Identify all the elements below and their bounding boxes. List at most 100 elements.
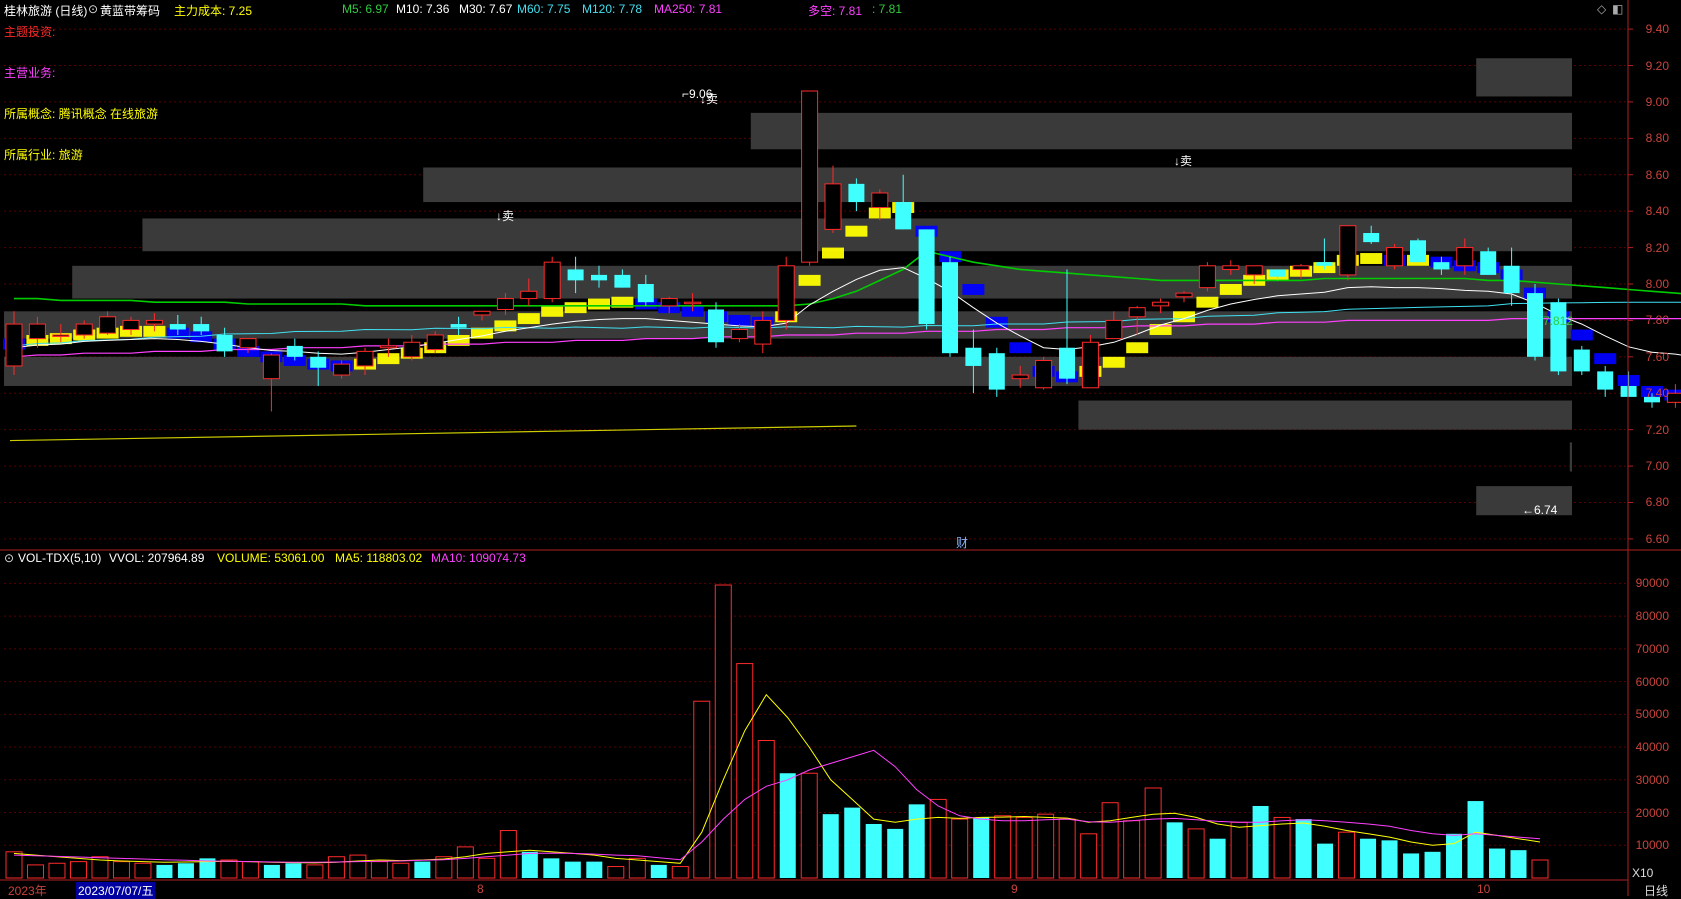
year-label: 2023年 [8, 884, 47, 898]
volume-bar [1252, 805, 1269, 878]
candle-body [122, 319, 140, 331]
band-segment [1126, 342, 1149, 354]
vol-ma5-label: MA5: 118803.02 [335, 551, 423, 565]
vol-title: VOL-TDX(5,10) [18, 551, 102, 565]
volume-tick-label: 10000 [1635, 838, 1669, 853]
candlesticks [5, 90, 1681, 412]
band-segment [541, 305, 564, 317]
band-segment [564, 302, 587, 314]
volume-bar [1489, 848, 1506, 878]
sell-mark: ↓卖 [1174, 154, 1193, 168]
candle-body [918, 229, 935, 325]
candle-body [1433, 262, 1450, 270]
candle-body [614, 274, 631, 288]
volume-bar [1317, 843, 1334, 878]
low-price-label: ←6.74 [1522, 503, 1558, 517]
volume-bar [650, 864, 667, 878]
vvol-label: VVOL: 207964.89 [109, 551, 205, 565]
candle-body [1269, 269, 1286, 277]
volume-tick-label: 20000 [1635, 805, 1669, 820]
volume-bar [263, 864, 280, 878]
candle-body [262, 354, 280, 380]
volume-bar [177, 863, 194, 878]
price-tick-label: 6.60 [1645, 531, 1669, 546]
candle-body [1128, 307, 1146, 318]
volume-bar [456, 846, 474, 879]
candle-body [591, 274, 607, 281]
price-tick-label: 8.60 [1645, 167, 1669, 182]
price-tick-label: 7.40 [1645, 386, 1669, 401]
volume-bar [414, 861, 431, 878]
candle-body [567, 269, 584, 281]
volume-bar [671, 866, 689, 879]
candle-body [1316, 262, 1333, 266]
month-label: 9 [1011, 882, 1018, 896]
candle-body [379, 345, 397, 349]
volume-bar [736, 663, 754, 879]
volume-bar [241, 861, 259, 879]
volume-bar [1403, 853, 1420, 878]
candle-body [777, 265, 795, 321]
band-segment [1196, 296, 1219, 308]
candle-body [1597, 371, 1614, 390]
candle-body [1363, 233, 1380, 243]
period-label[interactable]: 日线 [1644, 882, 1668, 899]
volume-bar [929, 798, 947, 879]
price-tick-label: 9.00 [1645, 94, 1669, 109]
candle-body [1152, 301, 1170, 307]
volume-bar [26, 864, 44, 879]
price-tick-label: 8.40 [1645, 204, 1669, 219]
candle-body [637, 284, 654, 303]
volume-bar [887, 828, 904, 878]
vol-collapse-icon[interactable]: ⊙ [4, 551, 14, 567]
candle-body [708, 309, 724, 343]
candle-body [754, 319, 772, 345]
support-line [9, 425, 857, 442]
volume-bar [156, 864, 173, 878]
candle-body [684, 301, 702, 305]
candle-body [730, 329, 748, 340]
volume-bar [1101, 802, 1119, 879]
candle-body [988, 353, 1005, 390]
price-tick-label: 9.20 [1645, 58, 1669, 73]
volume-bar [865, 823, 882, 878]
volume-label: VOLUME: 53061.00 [217, 551, 325, 565]
volume-bar [1015, 816, 1033, 879]
candle-body [169, 324, 186, 330]
volume-bar [973, 817, 990, 878]
volume-bar [69, 861, 87, 879]
volume-bar [1273, 816, 1291, 879]
price-tick-label: 6.80 [1645, 495, 1669, 510]
candle-body [403, 341, 421, 358]
candle-body [310, 356, 327, 368]
volume-bar [327, 856, 345, 879]
volume-bar [994, 815, 1012, 879]
candle-body [520, 290, 538, 300]
candle-body [1081, 341, 1099, 389]
candle-body [1503, 265, 1520, 294]
volume-bar [1080, 833, 1098, 879]
candle-body [801, 90, 819, 263]
volume-bar [844, 807, 861, 878]
candle-body [1620, 385, 1637, 397]
volume-bar [306, 864, 324, 879]
candle-body [1292, 265, 1310, 270]
volume-bar [1338, 831, 1356, 879]
volume-bars [5, 584, 1549, 879]
finance-mark[interactable]: 财 [956, 534, 968, 551]
volume-bar [543, 858, 560, 878]
candle-body [333, 363, 351, 376]
band-segment [1594, 353, 1617, 365]
chip-box [1569, 442, 1572, 472]
candle-body [1550, 302, 1567, 372]
month-label: 10 [1477, 882, 1491, 896]
candle-body [1339, 225, 1357, 276]
chip-box [4, 356, 1572, 386]
price-chart[interactable] [0, 0, 1681, 896]
chart-window: 桂林旅游 (日线) ⊙ 黄蓝带筹码 主力成本: 7.25 M5: 6.97 M1… [0, 0, 1681, 899]
price-tick-label: 8.80 [1645, 131, 1669, 146]
candle-body [450, 324, 467, 328]
volume-bar [285, 863, 302, 878]
chip-box [1078, 400, 1572, 430]
candle-body [193, 324, 210, 332]
